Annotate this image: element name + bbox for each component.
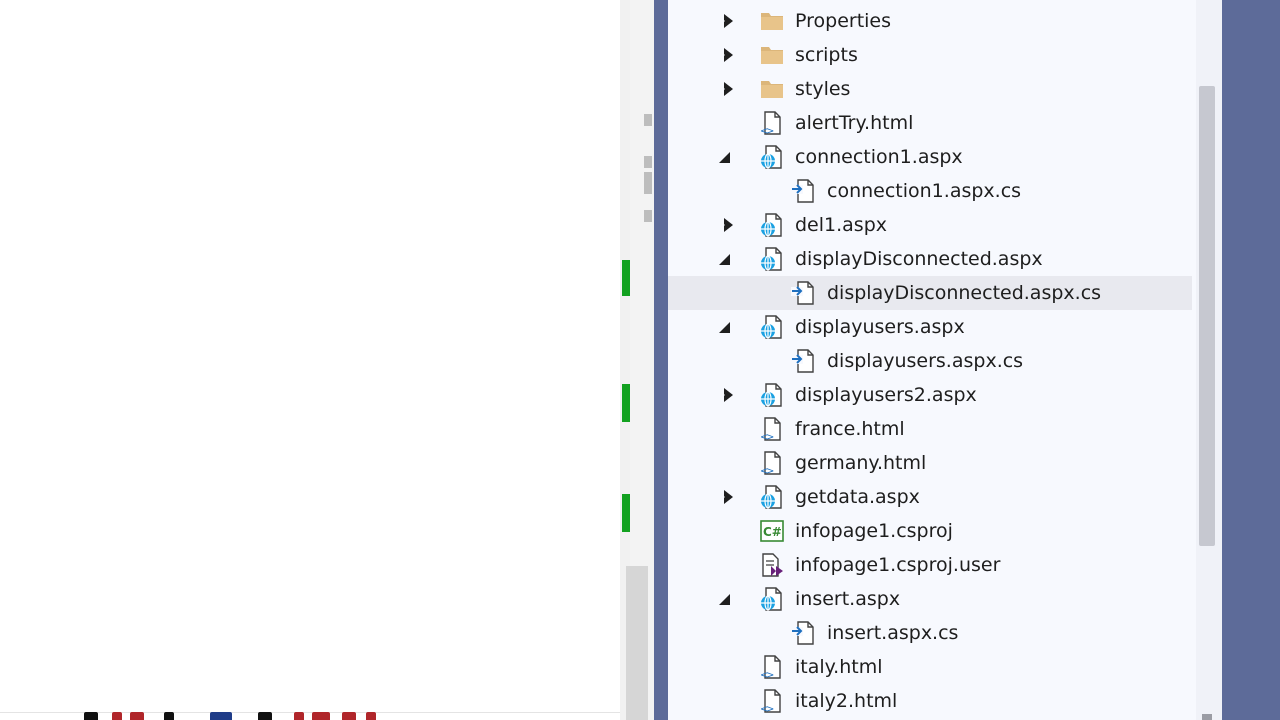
tree-item[interactable]: < > alertTry.html <box>668 106 1192 140</box>
collapse-arrow-icon[interactable] <box>716 140 732 174</box>
web-form-icon <box>759 212 785 238</box>
tree-item[interactable]: getdata.aspx <box>668 480 1192 514</box>
tree-item-label: scripts <box>795 44 858 66</box>
code-behind-file-icon <box>791 620 817 646</box>
scroll-down-arrow-icon[interactable] <box>1202 714 1212 720</box>
tree-item-label: france.html <box>795 418 905 440</box>
tree-item[interactable]: displayDisconnected.aspx <box>668 242 1192 276</box>
tree-item-label: connection1.aspx <box>795 146 963 168</box>
tree-item-label: del1.aspx <box>795 214 888 236</box>
solution-explorer-scrollbar-thumb[interactable] <box>1199 86 1215 546</box>
tree-item-label: displayusers2.aspx <box>795 384 977 406</box>
html-file-icon: < > <box>759 110 785 137</box>
tree-item-label: insert.aspx.cs <box>827 622 959 644</box>
web-form-icon <box>759 586 785 612</box>
expand-arrow-icon[interactable] <box>716 72 733 106</box>
project-user-file-icon <box>759 552 785 578</box>
web-form-icon <box>759 382 785 408</box>
svg-text:>: > <box>766 670 774 680</box>
tree-item-label: connection1.aspx.cs <box>827 180 1022 202</box>
tree-item[interactable]: C# infopage1.csproj <box>668 514 1192 548</box>
expand-arrow-icon[interactable] <box>716 4 733 38</box>
tree-item[interactable]: displayDisconnected.aspx.cs <box>668 276 1192 310</box>
tree-item-label: displayDisconnected.aspx <box>795 248 1043 270</box>
tree-item-label: displayusers.aspx.cs <box>827 350 1024 372</box>
tree-item-label: italy2.html <box>795 690 898 712</box>
expand-arrow-icon[interactable] <box>716 378 733 412</box>
tree-item-label: germany.html <box>795 452 927 474</box>
svg-text:>: > <box>766 704 774 714</box>
scrollbar-map-mark <box>644 156 652 168</box>
tree-item-label: displayusers.aspx <box>795 316 965 338</box>
scrollbar-map-mark <box>644 172 652 194</box>
tree-item-label: styles <box>795 78 851 100</box>
html-file-icon: < > <box>759 688 785 715</box>
tree-item-label: Properties <box>795 10 892 32</box>
tree-item[interactable]: displayusers.aspx.cs <box>668 344 1192 378</box>
tree-item[interactable]: connection1.aspx <box>668 140 1192 174</box>
tree-item[interactable]: infopage1.csproj.user <box>668 548 1192 582</box>
code-behind-file-icon <box>791 280 817 306</box>
tree-item[interactable]: insert.aspx <box>668 582 1192 616</box>
window-frame-left <box>654 0 668 720</box>
tree-item[interactable]: insert.aspx.cs <box>668 616 1192 650</box>
collapse-arrow-icon[interactable] <box>716 582 732 616</box>
tree-item[interactable]: < > italy2.html <box>668 684 1192 718</box>
partially-visible-code-line <box>80 712 500 720</box>
tree-item[interactable]: connection1.aspx.cs <box>668 174 1192 208</box>
tree-item[interactable]: < > italy.html <box>668 650 1192 684</box>
tree-item-label: infopage1.csproj.user <box>795 554 1001 576</box>
html-file-icon: < > <box>759 654 785 681</box>
web-form-icon <box>759 314 785 340</box>
tree-item-label: infopage1.csproj <box>795 520 953 542</box>
web-form-icon <box>759 246 785 272</box>
code-editor-pane[interactable] <box>0 0 620 720</box>
expand-arrow-icon[interactable] <box>716 480 733 514</box>
code-behind-file-icon <box>791 178 817 204</box>
tree-item-label: insert.aspx <box>795 588 901 610</box>
web-form-icon <box>759 144 785 170</box>
expand-arrow-icon[interactable] <box>716 208 733 242</box>
collapse-arrow-icon[interactable] <box>716 242 732 276</box>
tree-item[interactable]: < > germany.html <box>668 446 1192 480</box>
folder-icon <box>759 76 785 102</box>
tree-item[interactable]: del1.aspx <box>668 208 1192 242</box>
scrollbar-map-mark <box>644 114 652 126</box>
web-form-icon <box>759 484 785 510</box>
svg-text:>: > <box>766 432 774 442</box>
collapse-arrow-icon[interactable] <box>716 310 732 344</box>
svg-text:>: > <box>766 126 774 136</box>
html-file-icon: < > <box>759 450 785 477</box>
tree-item-label: getdata.aspx <box>795 486 920 508</box>
tree-item[interactable]: Properties <box>668 4 1192 38</box>
tree-item[interactable]: displayusers2.aspx <box>668 378 1192 412</box>
tree-item-label: italy.html <box>795 656 883 678</box>
expand-arrow-icon[interactable] <box>716 38 733 72</box>
window-frame-right <box>1222 0 1280 720</box>
svg-text:C#: C# <box>763 525 782 539</box>
folder-icon <box>759 8 785 34</box>
html-file-icon: < > <box>759 416 785 443</box>
tree-item[interactable]: scripts <box>668 38 1192 72</box>
tree-item[interactable]: displayusers.aspx <box>668 310 1192 344</box>
svg-text:>: > <box>766 466 774 476</box>
csharp-project-icon: C# <box>759 518 785 544</box>
tree-item-label: alertTry.html <box>795 112 914 134</box>
tree-item[interactable]: < > france.html <box>668 412 1192 446</box>
code-behind-file-icon <box>791 348 817 374</box>
folder-icon <box>759 42 785 68</box>
editor-scrollbar-thumb[interactable] <box>626 566 648 720</box>
tree-item[interactable]: styles <box>668 72 1192 106</box>
scrollbar-map-mark <box>644 210 652 222</box>
tree-item-label: displayDisconnected.aspx.cs <box>827 282 1102 304</box>
